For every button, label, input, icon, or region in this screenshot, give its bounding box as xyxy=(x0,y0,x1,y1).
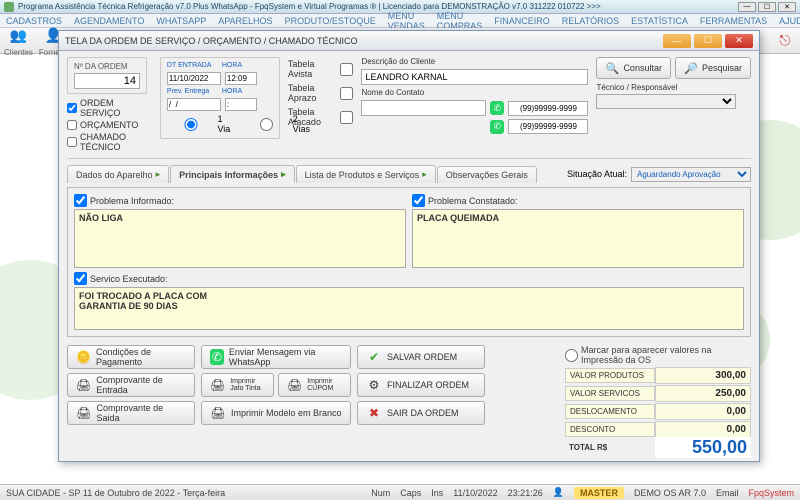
sair-button[interactable]: ✖SAIR DA ORDEM xyxy=(357,401,485,425)
consultar-button[interactable]: 🔍Consultar xyxy=(596,57,671,79)
search-icon: 🔎 xyxy=(684,61,698,75)
jato-tinta-button[interactable]: 🖨Imprimir Jato Tinta xyxy=(201,373,274,397)
prev-hora-input[interactable] xyxy=(225,98,257,111)
order-number-group: Nº DA ORDEM xyxy=(67,57,147,94)
tab-principais[interactable]: Principais Informações▸ xyxy=(170,165,295,183)
problema-constatado-text[interactable]: PLACA QUEIMADA xyxy=(412,209,744,268)
salvar-button[interactable]: ✔SALVAR ORDEM xyxy=(357,345,485,369)
order-number-input[interactable] xyxy=(74,73,140,89)
clientes-icon[interactable]: 👥 xyxy=(7,25,29,47)
tab-dados-aparelho[interactable]: Dados do Aparelho▸ xyxy=(67,165,169,183)
hora-input[interactable] xyxy=(225,72,257,85)
print-icon: 🖨 xyxy=(287,377,302,393)
valor-desconto: 0,00 xyxy=(655,421,751,438)
check-chamado[interactable]: CHAMADO TÉCNICO xyxy=(67,132,152,152)
go-icon: ▸ xyxy=(281,169,286,180)
go-icon: ▸ xyxy=(422,169,427,180)
status-master: MASTER xyxy=(574,487,624,499)
tecnico-select[interactable] xyxy=(596,94,736,109)
modelo-branco-button[interactable]: 🖨Imprimir Modelo em Branco xyxy=(201,401,351,425)
marcar-impressao[interactable] xyxy=(565,349,578,362)
whatsapp-icon: ✆ xyxy=(210,349,224,365)
situacao-select[interactable]: Aguardando Aprovação xyxy=(631,167,751,182)
date-group: DT ENTRADAHORA Prev. EntregaHORA 1 Via 2… xyxy=(160,57,280,139)
valor-produtos: 300,00 xyxy=(655,367,751,384)
dialog-minimize[interactable]: — xyxy=(663,34,691,48)
check-ordem-servico[interactable]: ORDEM SERVIÇO xyxy=(67,98,152,118)
search-icon: 🔍 xyxy=(605,61,619,75)
dialog-titlebar: TELA DA ORDEM DE SERVIÇO / ORÇAMENTO / C… xyxy=(59,31,759,51)
go-icon: ▸ xyxy=(156,169,161,180)
tab-lista-produtos[interactable]: Lista de Produtos e Serviços▸ xyxy=(296,165,436,183)
whatsapp-icon-2[interactable]: ✆ xyxy=(490,120,504,134)
close-icon: ✖ xyxy=(366,405,382,421)
dialog-close[interactable]: ✕ xyxy=(725,34,753,48)
print-icon: 🖨 xyxy=(210,405,226,421)
comp-saida-button[interactable]: 🖨Comprovante de Saida xyxy=(67,401,195,425)
check-tabela-avista[interactable]: Tabela Avista xyxy=(288,59,354,79)
check-servico[interactable] xyxy=(74,272,87,285)
order-dialog: TELA DA ORDEM DE SERVIÇO / ORÇAMENTO / C… xyxy=(58,30,760,462)
cupom-button[interactable]: 🖨Imprimir CUPOM xyxy=(278,373,351,397)
cliente-nome-input[interactable] xyxy=(361,69,588,85)
comp-entrada-button[interactable]: 🖨Comprovante de Entrada xyxy=(67,373,195,397)
exit-icon[interactable]: ⎋ xyxy=(774,30,796,52)
statusbar: SUA CIDADE - SP 11 de Outubro de 2022 - … xyxy=(0,484,800,500)
whatsapp-button[interactable]: ✆Enviar Mensagem via WhatsApp xyxy=(201,345,351,369)
dialog-title: TELA DA ORDEM DE SERVIÇO / ORÇAMENTO / C… xyxy=(65,36,358,46)
check-prob-constatado[interactable] xyxy=(412,194,425,207)
valor-total: 550,00 xyxy=(655,437,751,458)
finalizar-button[interactable]: ⚙FINALIZAR ORDEM xyxy=(357,373,485,397)
user-icon: 👤 xyxy=(553,487,564,498)
tel2-input[interactable] xyxy=(508,119,588,134)
check-icon: ✔ xyxy=(366,349,382,365)
tel1-input[interactable] xyxy=(508,101,588,116)
check-tabela-atacado[interactable]: Tabela Atacado xyxy=(288,107,354,127)
problema-informado-text[interactable]: NÃO LIGA xyxy=(74,209,406,268)
print-icon: 🖨 xyxy=(210,377,225,393)
status-local: SUA CIDADE - SP 11 de Outubro de 2022 - … xyxy=(6,488,225,498)
check-prob-informado[interactable] xyxy=(74,194,87,207)
check-orcamento[interactable]: ORÇAMENTO xyxy=(67,120,152,130)
check-tabela-aprazo[interactable]: Tabela Aprazo xyxy=(288,83,354,103)
valor-servicos: 250,00 xyxy=(655,385,751,402)
dialog-maximize[interactable]: ☐ xyxy=(694,34,722,48)
gear-icon: ⚙ xyxy=(366,377,382,393)
servico-executado-text[interactable]: FOI TROCADO A PLACA COM GARANTIA DE 90 D… xyxy=(74,287,744,330)
cond-pagamento-button[interactable]: 🪙Condições de Pagamento xyxy=(67,345,195,369)
contato-input[interactable] xyxy=(361,100,486,116)
dt-entrada-input[interactable] xyxy=(167,72,221,85)
tab-observacoes[interactable]: Observações Gerais xyxy=(437,166,537,183)
radio-1via[interactable]: 1 Via xyxy=(167,114,236,134)
coin-icon: 🪙 xyxy=(76,349,91,365)
print-icon: 🖨 xyxy=(76,377,91,393)
print-icon: 🖨 xyxy=(76,405,92,421)
prev-entrega-input[interactable] xyxy=(167,98,221,111)
valor-deslocamento: 0,00 xyxy=(655,403,751,420)
whatsapp-icon[interactable]: ✆ xyxy=(490,101,504,115)
pesquisar-button[interactable]: 🔎Pesquisar xyxy=(675,57,751,79)
